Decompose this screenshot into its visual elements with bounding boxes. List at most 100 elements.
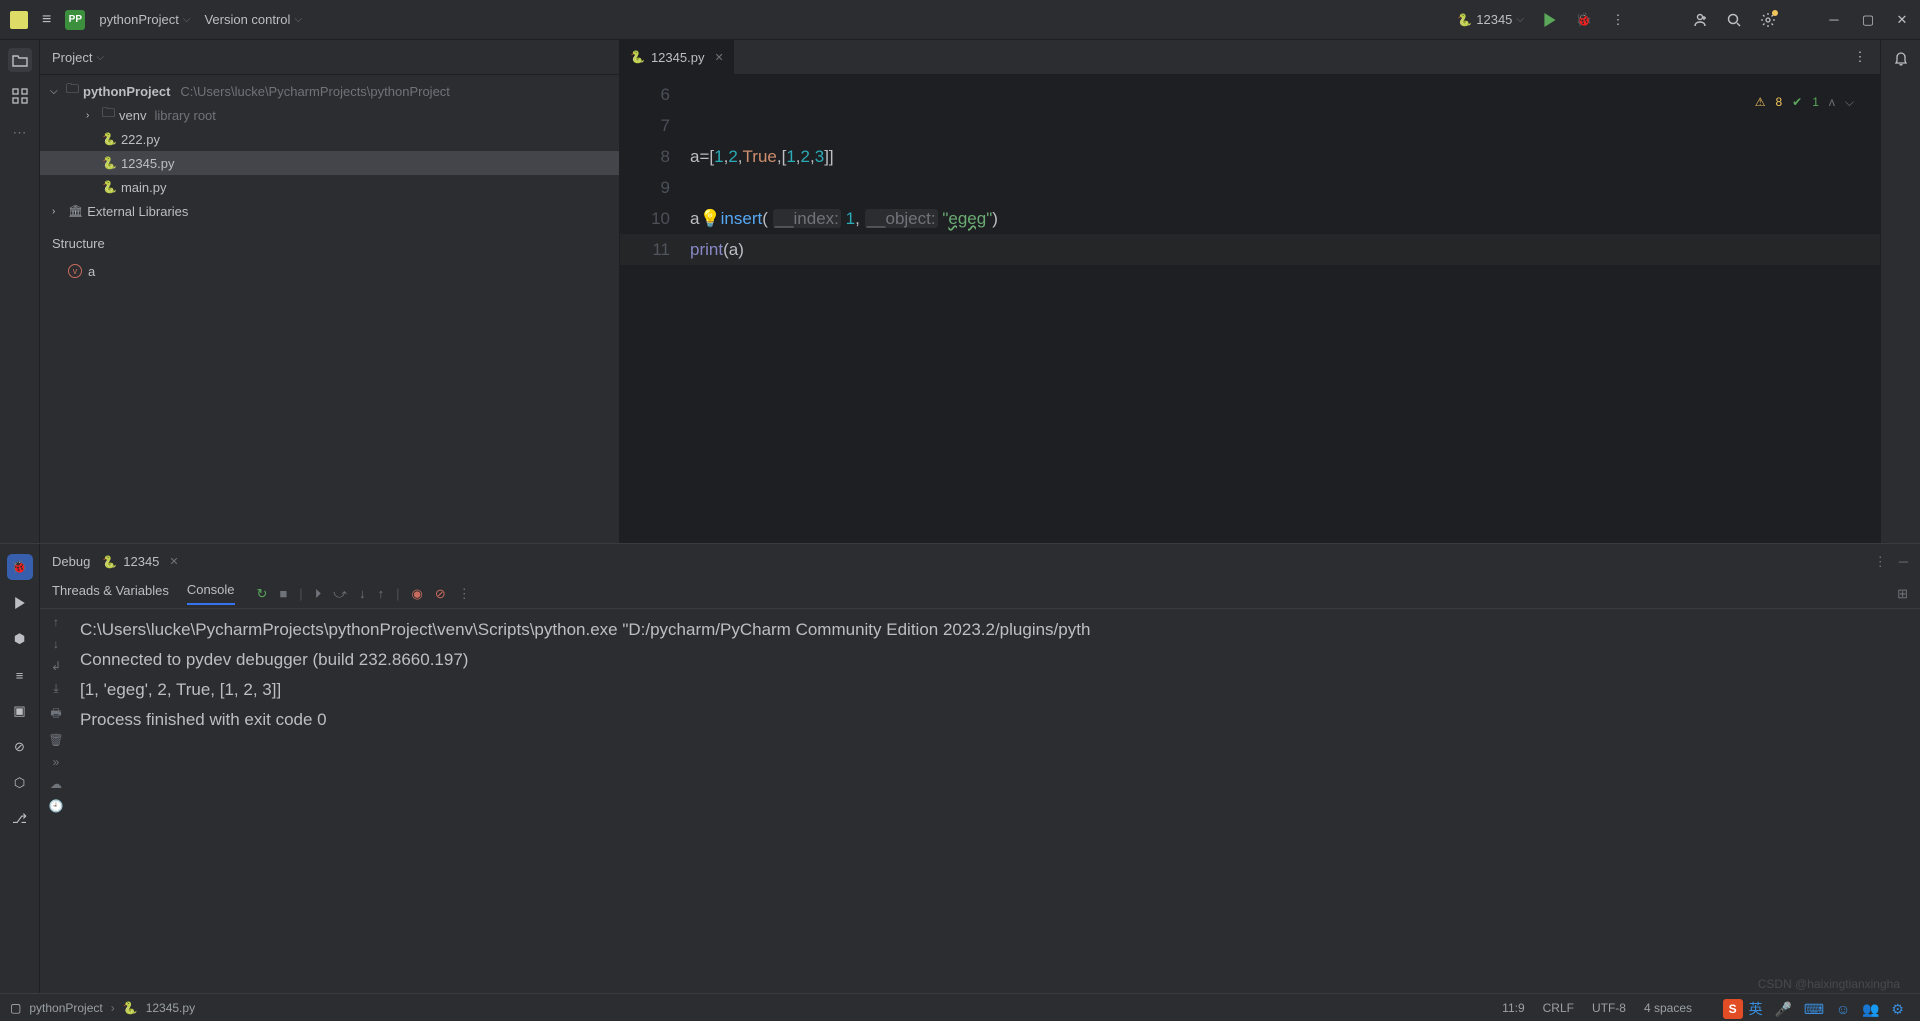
- code-content[interactable]: a=[1,2,True,[1,2,3]] a💡insert( __index: …: [690, 75, 1880, 543]
- toggle-icon[interactable]: »: [53, 755, 60, 769]
- scroll-down-icon[interactable]: ↓: [53, 637, 59, 651]
- ime-indicator: S 英 🎤 ⌨ ☺ 👥 ⚙: [1723, 999, 1908, 1019]
- structure-item[interactable]: v a: [40, 259, 619, 283]
- warning-icon: ⚠: [1755, 87, 1766, 118]
- minimize-button[interactable]: ─: [1826, 12, 1842, 28]
- history-icon[interactable]: 🕘: [49, 799, 64, 813]
- structure-toolwindow-button[interactable]: [8, 84, 32, 108]
- main-menu-icon[interactable]: ≡: [42, 11, 51, 29]
- print-icon[interactable]: 🖶: [50, 704, 61, 725]
- python-file-icon: 🐍: [102, 180, 117, 194]
- more-actions-icon[interactable]: ⋮: [1874, 554, 1887, 570]
- search-icon[interactable]: [1726, 12, 1742, 28]
- inspection-widget[interactable]: ⚠8 ✔1 ʌ ⌵: [1749, 85, 1860, 120]
- console-line: Connected to pydev debugger (build 232.8…: [80, 645, 1912, 675]
- mute-breakpoints-button[interactable]: ⊘: [435, 586, 446, 602]
- close-button[interactable]: ✕: [1894, 12, 1910, 28]
- scroll-to-end-icon[interactable]: ⤓: [53, 681, 58, 696]
- editor-tab[interactable]: 🐍 12345.py ✕: [620, 40, 734, 75]
- layout-settings-icon[interactable]: ⊞: [1897, 586, 1908, 602]
- project-panel: Project ⌵ ⌵ 🗀 pythonProject C:\Users\luc…: [40, 40, 620, 543]
- structure-panel-header[interactable]: Structure: [40, 227, 619, 259]
- tree-file-label: main.py: [121, 180, 167, 195]
- console-line: C:\Users\lucke\PycharmProjects\pythonPro…: [80, 615, 1912, 645]
- tree-project-root[interactable]: ⌵ 🗀 pythonProject C:\Users\lucke\Pycharm…: [40, 79, 619, 103]
- console-line: [1, 'egeg', 2, True, [1, 2, 3]]: [80, 675, 1912, 705]
- clear-icon[interactable]: 🗑: [48, 733, 63, 747]
- breadcrumb-project[interactable]: pythonProject: [29, 1001, 102, 1015]
- settings-icon[interactable]: [1760, 12, 1776, 28]
- inspection-up-icon[interactable]: ʌ: [1829, 87, 1835, 118]
- python-file-icon: 🐍: [1457, 13, 1472, 27]
- soft-wrap-icon[interactable]: ↲: [51, 659, 61, 673]
- code-editor[interactable]: 6 7 8 9 10 11 a=[1,2,True,[1,2,3]] a💡ins…: [620, 75, 1880, 543]
- vcs-selector[interactable]: Version control ⌵: [204, 12, 302, 27]
- notifications-icon[interactable]: [1893, 50, 1909, 66]
- filter-icon[interactable]: ☁: [50, 777, 62, 791]
- run-tool-button[interactable]: [7, 590, 33, 616]
- ok-count: 1: [1812, 87, 1819, 118]
- project-selector[interactable]: pythonProject ⌵: [99, 12, 190, 27]
- code-with-me-icon[interactable]: [1692, 12, 1708, 28]
- chevron-down-icon: ⌵: [294, 14, 302, 25]
- expand-arrow-icon[interactable]: ›: [52, 206, 64, 217]
- tree-file-main[interactable]: 🐍 main.py: [40, 175, 619, 199]
- step-into-button[interactable]: ↓: [359, 586, 366, 601]
- step-over-button[interactable]: ⤻: [333, 586, 347, 602]
- line-separator[interactable]: CRLF: [1543, 1001, 1574, 1015]
- python-packages-button[interactable]: ⬢: [7, 626, 33, 652]
- more-toolwindows-icon[interactable]: ⋯: [8, 120, 32, 144]
- stop-button[interactable]: ■: [279, 586, 287, 601]
- console-output[interactable]: C:\Users\lucke\PycharmProjects\pythonPro…: [72, 609, 1920, 993]
- close-tab-icon[interactable]: ✕: [169, 555, 178, 568]
- scroll-up-icon[interactable]: ↑: [53, 615, 59, 629]
- project-panel-header[interactable]: Project ⌵: [40, 40, 619, 75]
- tree-external-libraries[interactable]: › 🏛 External Libraries: [40, 199, 619, 223]
- problems-button[interactable]: ⊘: [7, 734, 33, 760]
- sogou-ime-icon[interactable]: S: [1723, 999, 1743, 1019]
- vcs-button[interactable]: ⎇: [7, 806, 33, 832]
- threads-variables-tab[interactable]: Threads & Variables: [52, 583, 169, 604]
- editor-tabs: 🐍 12345.py ✕ ⋮: [620, 40, 1880, 75]
- expand-arrow-icon[interactable]: ⌵: [50, 86, 62, 97]
- inspection-down-icon[interactable]: ⌵: [1845, 87, 1854, 118]
- breadcrumb-file[interactable]: 12345.py: [146, 1001, 195, 1015]
- debug-button[interactable]: 🐞: [1576, 12, 1592, 28]
- python-file-icon: 🐍: [102, 132, 117, 146]
- watermark-text: CSDN @haixingtianxingha: [1758, 977, 1900, 991]
- debug-config-tab[interactable]: 🐍 12345 ✕: [102, 554, 178, 569]
- tree-venv-folder[interactable]: › 🗀 venv library root: [40, 103, 619, 127]
- tree-file-12345[interactable]: 🐍 12345.py: [40, 151, 619, 175]
- step-out-button[interactable]: ↑: [378, 586, 385, 601]
- warning-count: 8: [1775, 87, 1782, 118]
- minimize-panel-icon[interactable]: ─: [1899, 554, 1908, 570]
- terminal-button[interactable]: ▣: [7, 698, 33, 724]
- expand-arrow-icon[interactable]: ›: [86, 110, 98, 121]
- chevron-down-icon: ⌵: [96, 52, 104, 63]
- nav-bar-icon[interactable]: ▢: [10, 1001, 21, 1015]
- editor-area: 🐍 12345.py ✕ ⋮ 6 7 8 9 10 11: [620, 40, 1880, 543]
- resume-button[interactable]: ⏵: [315, 586, 322, 602]
- rerun-button[interactable]: ↻: [257, 586, 268, 602]
- right-toolwindow-stripe: [1880, 40, 1920, 543]
- view-breakpoints-button[interactable]: ◉: [411, 586, 422, 602]
- run-config-selector[interactable]: 🐍 12345 ⌵: [1457, 12, 1524, 27]
- editor-more-icon[interactable]: ⋮: [1852, 49, 1868, 65]
- debug-tool-button[interactable]: 🐞: [7, 554, 33, 580]
- cursor-position[interactable]: 11:9: [1502, 1001, 1524, 1015]
- services-button[interactable]: ≡: [7, 662, 33, 688]
- file-encoding[interactable]: UTF-8: [1592, 1001, 1626, 1015]
- console-tab[interactable]: Console: [187, 582, 235, 605]
- more-actions-icon[interactable]: ⋮: [1610, 12, 1626, 28]
- python-console-button[interactable]: ⬡: [7, 770, 33, 796]
- ime-toolbar-icons[interactable]: 英 🎤 ⌨ ☺ 👥 ⚙: [1749, 999, 1908, 1019]
- gutter-line-numbers: 6 7 8 9 10 11: [620, 75, 690, 543]
- tree-file-222[interactable]: 🐍 222.py: [40, 127, 619, 151]
- close-tab-icon[interactable]: ✕: [714, 51, 723, 64]
- run-button[interactable]: [1542, 12, 1558, 28]
- more-debug-actions-icon[interactable]: ⋮: [458, 586, 471, 602]
- project-toolwindow-button[interactable]: [8, 48, 32, 72]
- intention-bulb-icon[interactable]: 💡: [699, 209, 720, 228]
- maximize-button[interactable]: ▢: [1860, 12, 1876, 28]
- indent-setting[interactable]: 4 spaces: [1644, 1001, 1692, 1015]
